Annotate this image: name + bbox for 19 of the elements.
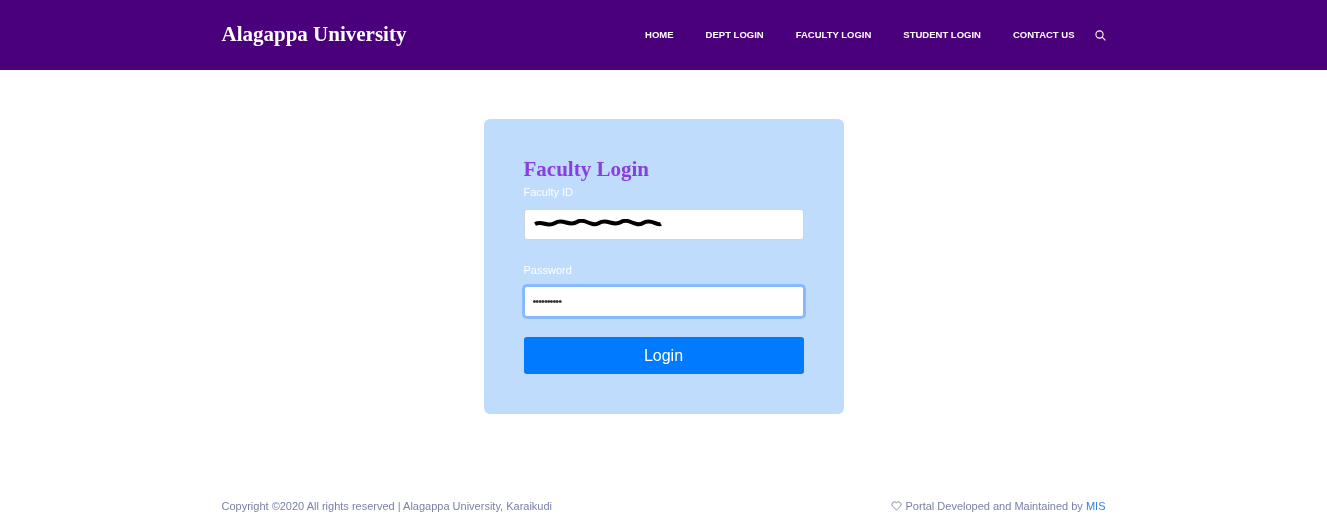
field-label: Faculty ID [523,185,574,200]
redaction-scribble-icon [532,219,663,229]
nav-link[interactable]: FACULTY LOGIN [779,27,888,43]
nav-link[interactable]: STUDENT LOGIN [887,27,997,43]
nav-link[interactable]: DEPT LOGIN [689,27,780,43]
input-field[interactable] [523,208,804,240]
credit-text: Portal Developed and Maintained by [905,499,1083,514]
mis-link[interactable]: MIS [1085,498,1106,515]
field-label: Password [523,262,573,278]
nav-link[interactable]: HOME [629,27,690,43]
copyright-text: Copyright ©2020 All rights reserved | Alagappa University, Karaikudi [221,499,553,514]
form-title: Faculty Login [523,159,650,180]
heart-icon [890,501,902,512]
search-icon[interactable] [1094,29,1106,41]
site-title[interactable]: Alagappa University [221,19,407,51]
input-field[interactable]: •••••••••• [523,286,804,317]
password-value: •••••••••• [532,294,561,310]
login-button[interactable]: Login [523,337,804,374]
nav-link[interactable]: CONTACT US [996,27,1091,43]
